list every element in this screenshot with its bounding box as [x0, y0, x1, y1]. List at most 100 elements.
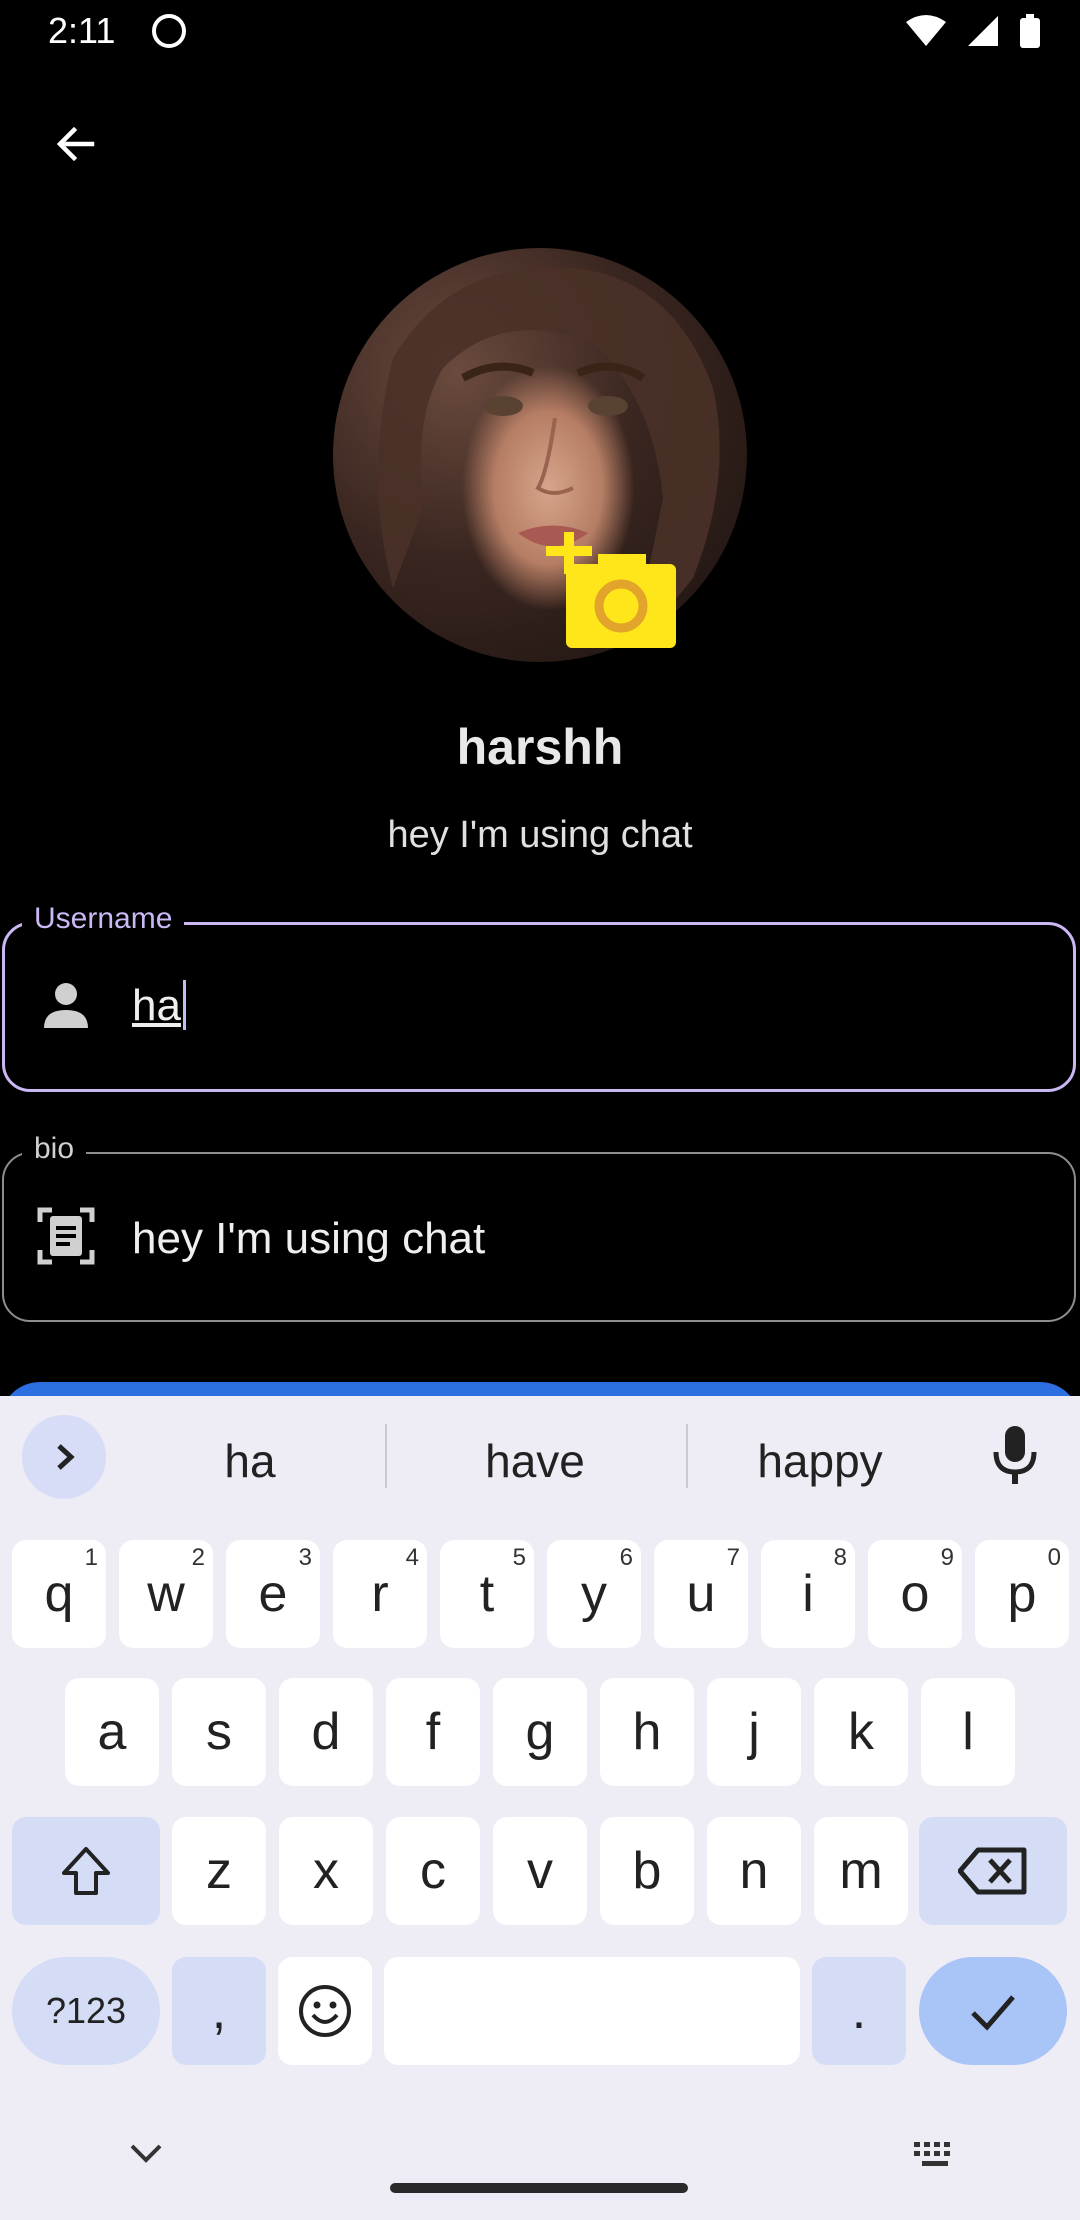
- add-photo-icon[interactable]: [546, 532, 682, 652]
- key-w[interactable]: w2: [119, 1540, 213, 1648]
- key-hint: 8: [833, 1544, 847, 1571]
- key-b[interactable]: b: [600, 1817, 694, 1925]
- shift-icon: [62, 1847, 110, 1895]
- signal-icon: [968, 16, 998, 46]
- chevron-right-icon: [57, 1444, 75, 1470]
- key-hint: 9: [940, 1544, 954, 1571]
- key-i[interactable]: i8: [761, 1540, 855, 1648]
- arrow-back-icon: [56, 126, 95, 162]
- text-caret: [182, 980, 186, 1030]
- key-label: d: [311, 1703, 341, 1761]
- status-icons: [906, 14, 1040, 48]
- suggestion-3[interactable]: happy: [700, 1434, 940, 1488]
- profile-name: harshh: [456, 719, 624, 775]
- backspace-icon: [958, 1847, 1027, 1895]
- key-l[interactable]: l: [921, 1678, 1015, 1786]
- soft-keyboard: [0, 1396, 1080, 2220]
- key-z[interactable]: z: [172, 1817, 266, 1925]
- avatar-portrait: [378, 267, 720, 648]
- key-label: q: [44, 1565, 74, 1623]
- key-q[interactable]: q1: [12, 1540, 106, 1648]
- key-t[interactable]: t5: [440, 1540, 534, 1648]
- keyboard-toolbar-expand-button[interactable]: [22, 1415, 106, 1499]
- key-hint: 5: [512, 1544, 526, 1571]
- key-x[interactable]: x: [279, 1817, 373, 1925]
- hide-keyboard-icon[interactable]: [128, 2138, 164, 2168]
- key-label: n: [739, 1842, 769, 1900]
- key-label: f: [425, 1703, 441, 1761]
- key-label: k: [848, 1703, 874, 1761]
- period-key[interactable]: .: [812, 1957, 906, 2065]
- key-c[interactable]: c: [386, 1817, 480, 1925]
- key-n[interactable]: n: [707, 1817, 801, 1925]
- key-r[interactable]: r4: [333, 1540, 427, 1648]
- profile-bio: hey I'm using chat: [387, 814, 693, 856]
- status-time: 2:11: [48, 10, 116, 51]
- comma-key[interactable]: ,: [172, 1957, 266, 2065]
- key-label: w: [147, 1565, 185, 1623]
- key-s[interactable]: s: [172, 1678, 266, 1786]
- username-label: Username: [22, 902, 185, 936]
- username-value: ha: [132, 981, 181, 1030]
- check-icon: [971, 1995, 1015, 2031]
- key-hint: 7: [726, 1544, 740, 1571]
- key-hint: 6: [619, 1544, 633, 1571]
- key-d[interactable]: d: [279, 1678, 373, 1786]
- key-h[interactable]: h: [600, 1678, 694, 1786]
- space-key[interactable]: [384, 1957, 800, 2065]
- suggestion-divider: [686, 1424, 688, 1488]
- enter-key[interactable]: [919, 1957, 1067, 2065]
- key-label: b: [632, 1842, 662, 1900]
- key-label: c: [420, 1842, 446, 1900]
- backspace-key[interactable]: [919, 1817, 1067, 1925]
- key-a[interactable]: a: [65, 1678, 159, 1786]
- shift-key[interactable]: [12, 1817, 160, 1925]
- key-y[interactable]: y6: [547, 1540, 641, 1648]
- document-scanner-icon: [37, 1207, 95, 1265]
- key-v[interactable]: v: [493, 1817, 587, 1925]
- key-label: i: [802, 1565, 814, 1623]
- key-label: g: [525, 1703, 555, 1761]
- suggestion-divider: [385, 1424, 387, 1488]
- key-label: h: [632, 1703, 662, 1761]
- key-f[interactable]: f: [386, 1678, 480, 1786]
- symbols-key[interactable]: ?123: [12, 1957, 160, 2065]
- key-label: s: [206, 1703, 232, 1761]
- key-g[interactable]: g: [493, 1678, 587, 1786]
- wifi-icon: [906, 15, 946, 46]
- key-hint: 2: [191, 1544, 205, 1571]
- key-u[interactable]: u7: [654, 1540, 748, 1648]
- key-m[interactable]: m: [814, 1817, 908, 1925]
- notification-app-icon: [152, 14, 186, 48]
- key-e[interactable]: e3: [226, 1540, 320, 1648]
- key-label: e: [258, 1565, 288, 1623]
- key-label: j: [748, 1703, 760, 1761]
- keyboard-switch-icon[interactable]: [912, 2140, 958, 2172]
- key-hint: 3: [298, 1544, 312, 1571]
- battery-icon: [1020, 14, 1040, 48]
- home-gesture-bar[interactable]: [390, 2183, 688, 2193]
- microphone-icon[interactable]: [990, 1424, 1040, 1486]
- username-input[interactable]: ha: [132, 980, 186, 1031]
- key-label: r: [371, 1565, 389, 1623]
- key-label: l: [962, 1703, 974, 1761]
- suggestion-1[interactable]: ha: [140, 1434, 360, 1488]
- key-j[interactable]: j: [707, 1678, 801, 1786]
- key-k[interactable]: k: [814, 1678, 908, 1786]
- bio-input[interactable]: hey I'm using chat: [132, 1214, 485, 1264]
- key-label: o: [900, 1565, 930, 1623]
- key-label: v: [527, 1842, 553, 1900]
- emoji-key[interactable]: [278, 1957, 372, 2065]
- person-icon: [44, 983, 88, 1028]
- emoji-icon: [299, 1985, 351, 2037]
- key-label: p: [1007, 1565, 1037, 1623]
- key-label: m: [839, 1842, 883, 1900]
- key-label: y: [581, 1565, 607, 1623]
- key-o[interactable]: o9: [868, 1540, 962, 1648]
- back-button[interactable]: [44, 112, 108, 176]
- bio-label: bio: [22, 1132, 87, 1166]
- key-hint: 0: [1047, 1544, 1061, 1571]
- suggestion-2[interactable]: have: [400, 1434, 670, 1488]
- key-label: x: [313, 1842, 339, 1900]
- key-p[interactable]: p0: [975, 1540, 1069, 1648]
